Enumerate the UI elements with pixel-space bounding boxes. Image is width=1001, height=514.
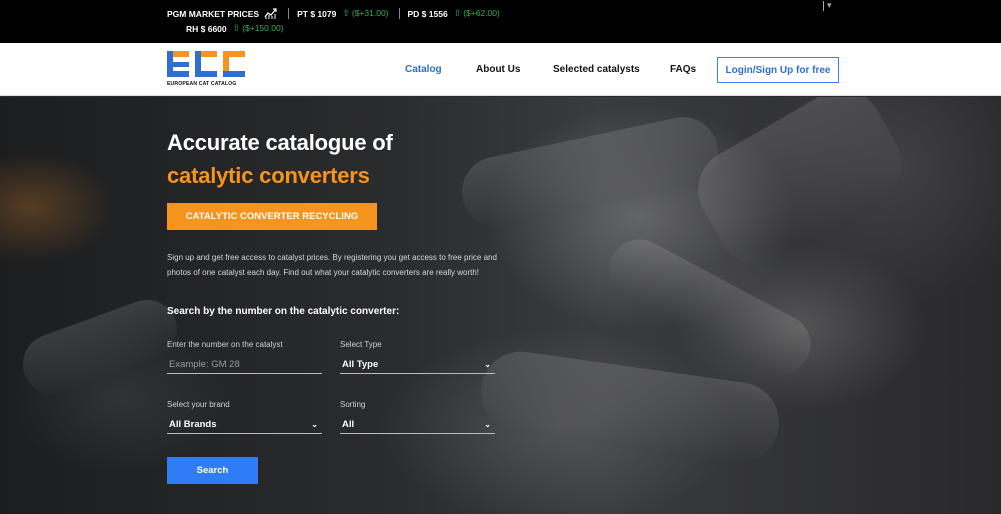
- market-chart-icon: [264, 8, 277, 19]
- hero-title-line-2: catalytic converters: [167, 163, 370, 188]
- up-arrow-icon: ⇧: [342, 8, 350, 18]
- search-heading: Search by the number on the catalytic co…: [167, 306, 400, 317]
- type-label: Select Type: [340, 340, 382, 349]
- brand-select[interactable]: All Brands ⌄: [167, 416, 322, 434]
- background-pipe-shape: [14, 291, 186, 403]
- up-arrow-icon: ⇧: [453, 8, 462, 18]
- rh-change: ⇧ ($+150.00): [233, 23, 284, 34]
- ticker-divider: [398, 8, 400, 19]
- background-pipe-shape: [455, 110, 725, 234]
- pd-change-value: ($+62.00): [463, 8, 500, 18]
- catalytic-recycling-button[interactable]: CATALYTIC CONVERTER RECYCLING: [167, 203, 377, 230]
- caret-down-icon: ▾: [827, 0, 832, 10]
- chevron-down-icon: ⌄: [311, 420, 318, 429]
- language-dropdown[interactable]: ▾: [823, 0, 832, 11]
- rh-price: RH $ 6600: [186, 23, 227, 34]
- type-select[interactable]: All Type ⌄: [340, 356, 495, 374]
- logo-caption: EUROPEAN CAT CATALOG: [167, 81, 237, 87]
- nav-link-about-us[interactable]: About Us: [476, 64, 520, 75]
- catalyst-number-field: [167, 356, 322, 374]
- nav-link-selected-catalysts[interactable]: Selected catalysts: [553, 64, 640, 75]
- hero-title-line-1: Accurate catalogue of: [167, 130, 393, 155]
- hero-background: [0, 97, 1001, 514]
- rh-change-value: ($+150.00): [242, 23, 284, 33]
- background-pipe-shape: [683, 97, 917, 279]
- brand-label: Select your brand: [167, 400, 230, 409]
- nav-link-catalog[interactable]: Catalog: [405, 64, 442, 75]
- login-signup-button[interactable]: Login/Sign Up for free: [717, 57, 839, 83]
- pt-price: PT $ 1079: [297, 8, 337, 19]
- ticker-row-2: RH $ 6600 ⇧ ($+150.00): [186, 23, 284, 34]
- type-select-value: All Type: [342, 359, 379, 370]
- pd-change: ⇧ ($+62.00): [454, 8, 500, 19]
- sorting-label: Sorting: [340, 400, 366, 409]
- nav-link-faqs[interactable]: FAQs: [670, 64, 696, 75]
- hero-description: Sign up and get free access to catalyst …: [167, 253, 497, 277]
- ticker-divider: [288, 8, 290, 19]
- chevron-down-icon: ⌄: [484, 420, 491, 429]
- up-arrow-icon: ⇧: [232, 23, 241, 33]
- pt-change: ⇧ ($+31.00): [342, 8, 388, 19]
- ticker-row-1: PGM MARKET PRICES PT $ 1079 ⇧ ($+31.00) P…: [167, 8, 500, 19]
- chevron-down-icon: ⌄: [484, 360, 491, 369]
- pt-change-value: ($+31.00): [351, 8, 389, 18]
- catalyst-number-label: Enter the number on the catalyst: [167, 340, 283, 349]
- search-button[interactable]: Search: [167, 457, 258, 484]
- pd-price: PD $ 1556: [407, 8, 448, 19]
- market-prices-label: PGM MARKET PRICES: [167, 8, 260, 19]
- sorting-select-value: All: [342, 419, 355, 430]
- brand-select-value: All Brands: [169, 419, 217, 430]
- catalyst-number-input[interactable]: [169, 359, 322, 370]
- language-divider: [823, 0, 824, 11]
- background-pipe-shape: [475, 346, 785, 468]
- main-navigation: EUROPEAN CAT CATALOG Catalog About Us Se…: [0, 43, 1001, 96]
- price-ticker-bar: PGM MARKET PRICES PT $ 1079 ⇧ ($+31.00) P…: [0, 0, 1001, 43]
- sorting-select[interactable]: All ⌄: [340, 416, 495, 434]
